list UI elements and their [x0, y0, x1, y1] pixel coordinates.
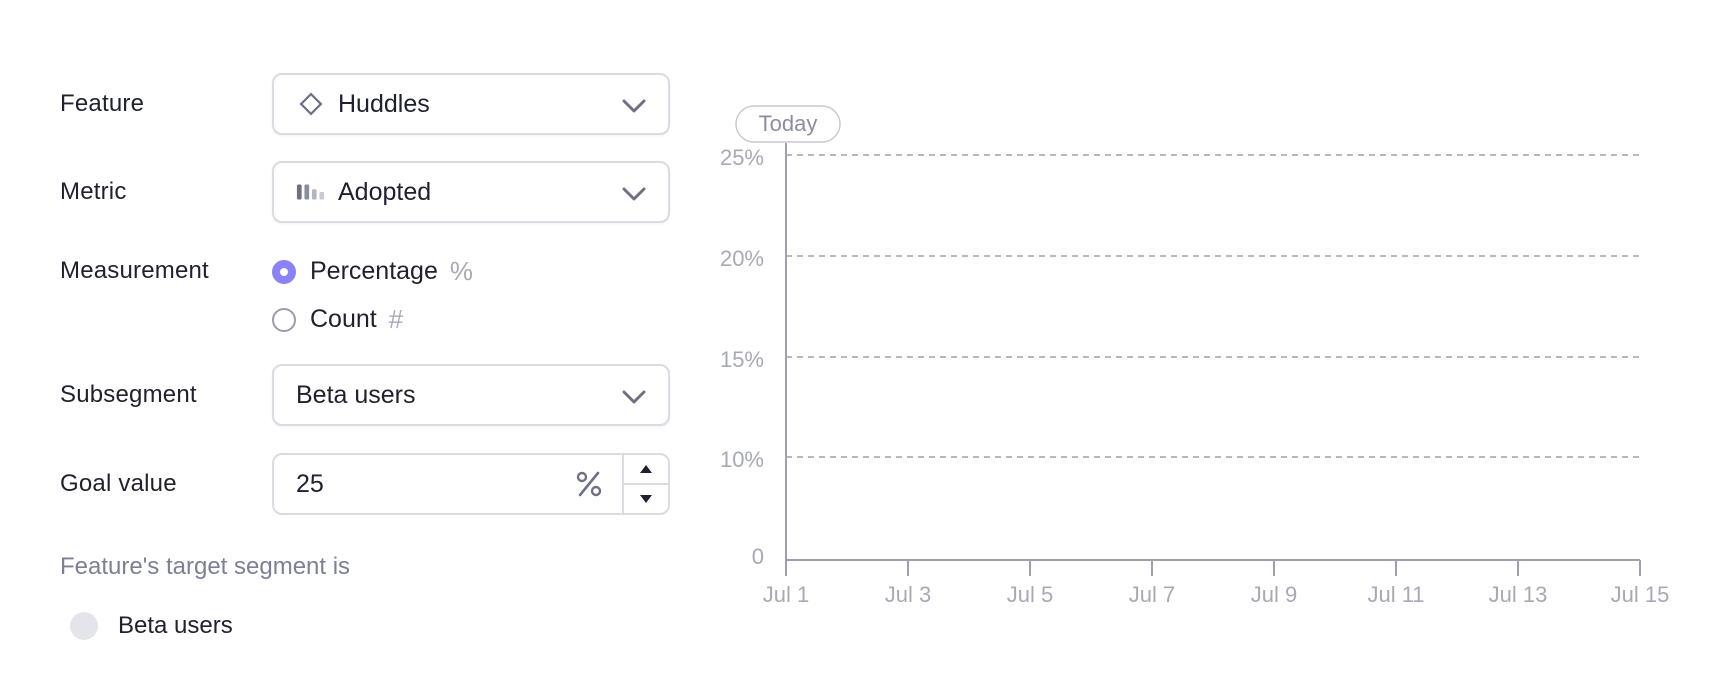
x-tick-label: Jul 11 [1367, 582, 1424, 607]
x-tick-label: Jul 1 [763, 582, 809, 607]
x-tick-label: Jul 13 [1489, 582, 1548, 607]
x-tick-label: Jul 3 [885, 582, 931, 607]
goal-chart: 0 10% 15% 20% 25% Jul 1 Jul 3 Jul 5 Jul 7 Jul 9 Ju… [720, 105, 1670, 607]
today-label: Today [759, 111, 818, 136]
x-tick-label: Jul 9 [1251, 582, 1297, 607]
x-tick-label: Jul 7 [1129, 582, 1175, 607]
y-tick-label: 25% [720, 145, 764, 170]
y-tick-label: 0 [752, 544, 764, 569]
x-tick-label: Jul 5 [1007, 582, 1053, 607]
y-tick-label: 10% [720, 447, 764, 472]
y-tick-label: 15% [720, 347, 764, 372]
x-tick-label: Jul 15 [1611, 582, 1670, 607]
y-tick-label: 20% [720, 246, 764, 271]
